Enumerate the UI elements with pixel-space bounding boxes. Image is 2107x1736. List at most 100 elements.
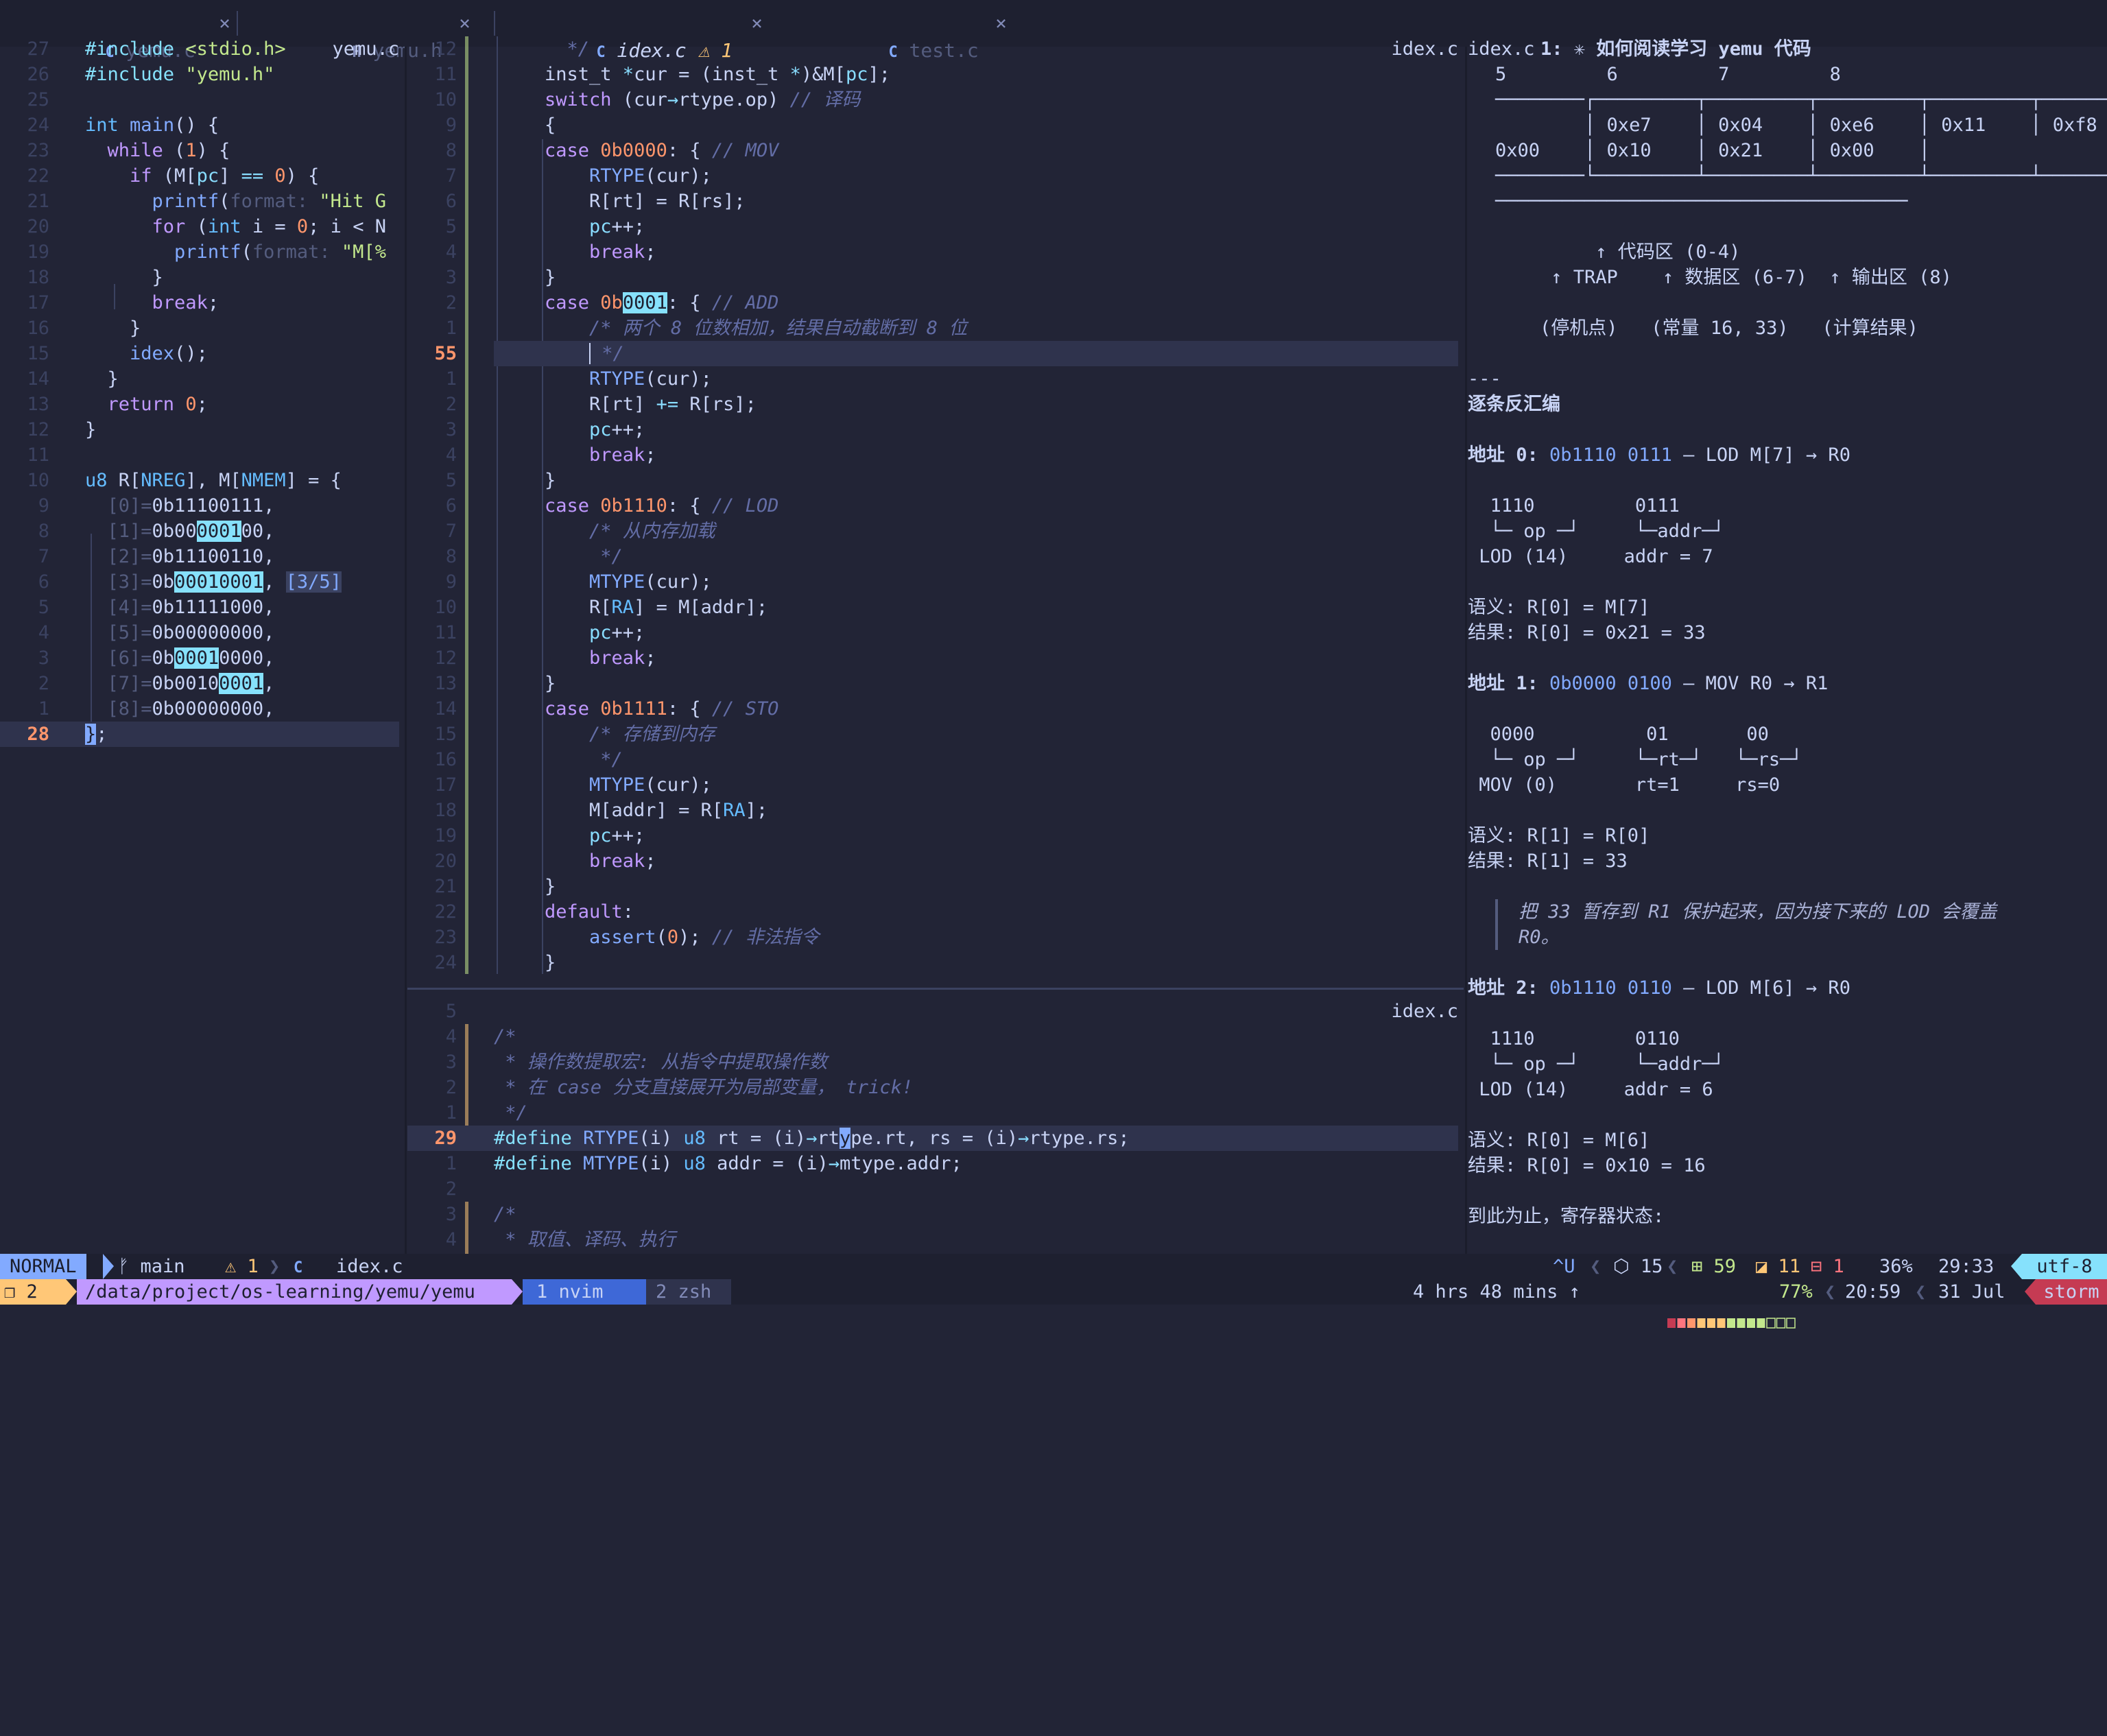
diagram-line — [1495, 214, 2107, 239]
separator — [2011, 1254, 2022, 1279]
diagram-line: ────────└─────────┴─────────┴─────────┴─… — [1495, 165, 2107, 187]
git-added: ⊞ 59 — [1691, 1256, 1737, 1277]
section-title: 逐条反汇编 — [1468, 394, 1560, 415]
battery-segment — [1776, 1318, 1786, 1329]
tab-idex-c[interactable]: C idex.c ⚠ 1 × — [550, 10, 763, 62]
horizontal-split[interactable] — [407, 988, 1464, 990]
disasm-heading: 地址 1: 0b0000 0100 — MOV R0 → R1 — [1468, 673, 1829, 694]
git-branch[interactable]: ᚠ main — [118, 1254, 185, 1279]
tmux-statusline: ❐ 2 /data/project/os-learning/yemu/yemu … — [0, 1279, 2107, 1329]
nvim-statusline: NORMAL ᚠ main ⚠ 1 ❯ C idex.c ^U ❮ ⬡ 15 ❮… — [0, 1254, 2107, 1279]
semantics-line: 语义: R[0] = M[7] — [1468, 597, 1650, 618]
close-icon[interactable]: × — [219, 10, 230, 37]
diagram-line: ↑ TRAP ↑ 数据区 (6-7) ↑ 输出区 (8) — [1495, 267, 1952, 288]
code-line: 9 MTYPE(cur); — [445, 571, 712, 593]
git-changed: ◪ 11 — [1756, 1256, 1801, 1277]
search-count: [3/5] — [285, 571, 342, 593]
code-line: 15 /* 存储到内存 — [434, 724, 715, 745]
code-line: 10 u8 R[NREG], M[NMEM] = { — [27, 470, 342, 491]
cursor-position: 29:33 — [1938, 1256, 1995, 1277]
code-line: 11 — [27, 444, 49, 466]
battery-bar — [1667, 1318, 1796, 1329]
notes-pane[interactable]: idex.c 1: ✳ 如何阅读学习 yemu 代码 5 6 7 8 ─────… — [1468, 36, 2107, 1254]
field-line: 1110 0110 — [1468, 1028, 1680, 1049]
code-line: 7 RTYPE(cur); — [445, 165, 712, 187]
code-line: 6 case 0b1110: { // LOD — [445, 495, 779, 516]
chevron-left-icon: ❮ — [1667, 1256, 1678, 1277]
scroll-percent: 36% — [1879, 1256, 1913, 1277]
code-line: 3} — [445, 267, 556, 288]
result-line: 结果: R[0] = 0x10 = 16 — [1468, 1155, 1706, 1176]
field-line: └─ op ─┘ └─rt─┘ └─rs─┘ — [1468, 749, 1802, 770]
chevron-right-icon: ❯ — [269, 1256, 281, 1277]
tmux-window-nvim[interactable]: 1 nvim — [523, 1279, 646, 1305]
code-line: 27 #include <stdio.h> — [27, 38, 286, 60]
chevron-left-icon: ❮ — [1915, 1281, 1927, 1303]
close-icon[interactable]: × — [751, 10, 763, 37]
file-encoding: utf-8 — [2022, 1254, 2107, 1279]
editor-pane-idex-c[interactable]: idex.c 12 */ 11 inst_t *cur = (inst_t *)&… — [407, 36, 1464, 974]
window-filename: idex.c — [1468, 38, 1535, 60]
code-line: 14 case 0b1111: { // STO — [434, 698, 779, 720]
code-line: 9{ — [445, 115, 556, 136]
field-line: LOD (14) addr = 7 — [1468, 546, 1713, 567]
code-line: 22 default: — [434, 901, 634, 923]
tab-separator — [494, 11, 495, 36]
diagram-line: ───────────────────────────────────── — [1495, 191, 1908, 212]
separator — [2025, 1279, 2036, 1305]
code-line: 21 printf(format: "Hit G — [27, 191, 386, 212]
code-line: 4/* — [445, 1026, 516, 1047]
tab-yemu-c[interactable]: C yemu.c × — [59, 10, 230, 62]
code-line: 12 */ — [434, 38, 590, 60]
code-line: 24} — [434, 952, 556, 973]
code-line: 14 } — [27, 368, 119, 390]
clock-time: 20:59 — [1845, 1281, 1901, 1303]
code-line: 8 [1]=0b00000100, — [38, 521, 275, 542]
current-path: /data/project/os-learning/yemu/yemu — [77, 1279, 512, 1305]
diagnostics-warning[interactable]: ⚠ 1 — [225, 1254, 259, 1279]
code-line: 3 * 操作数提取宏: 从指令中提取操作数 — [445, 1051, 828, 1073]
editor-pane-yemu-c[interactable]: yemu.c 27 #include <stdio.h> 26 #include "… — [0, 36, 405, 774]
field-line: 0000 01 00 — [1468, 724, 1769, 745]
code-line: 13 return 0; — [27, 394, 208, 415]
tmux-window-zsh[interactable]: 2 zsh — [646, 1279, 731, 1305]
result-line: 结果: R[1] = 33 — [1468, 851, 1628, 872]
clock-date: 31 Jul — [1938, 1281, 2005, 1303]
code-line: 11 inst_t *cur = (inst_t *)&M[pc]; — [434, 64, 890, 85]
close-icon[interactable]: × — [459, 10, 471, 37]
battery-segment — [1786, 1318, 1796, 1329]
code-line: 20 for (int i = 0; i < N — [27, 216, 386, 237]
code-line: 19 pc++; — [434, 825, 645, 846]
code-line: 26 #include "yemu.h" — [27, 64, 275, 85]
code-line: 6 [3]=0b00010001, [3/5] — [38, 571, 342, 593]
code-line: 2 R[rt] += R[rs]; — [445, 394, 757, 415]
code-line: 23 assert(0); // 非法指令 — [434, 927, 820, 948]
vertical-split[interactable] — [1465, 47, 1467, 1254]
code-line: 8 case 0b0000: { // MOV — [445, 140, 779, 161]
close-icon[interactable]: × — [995, 10, 1007, 37]
code-line: 9 [0]=0b11100111, — [38, 495, 275, 516]
session-indicator[interactable]: ❐ 2 — [0, 1279, 66, 1305]
chevron-left-icon: ❮ — [1590, 1256, 1602, 1277]
lazy-updates[interactable]: ⬡ 15 — [1613, 1254, 1663, 1279]
code-line-current: 55 */ — [434, 341, 1458, 366]
package-icon: ⬡ — [1613, 1256, 1630, 1277]
battery-segment — [1687, 1318, 1696, 1328]
tab-test-c[interactable]: C test.c × — [842, 10, 1007, 62]
blockquote-text: 把 33 暂存到 R1 保护起来，因为接下来的 LOD 会覆盖 — [1519, 901, 1997, 923]
battery-segment — [1697, 1318, 1706, 1328]
code-line: 5 — [445, 1001, 457, 1022]
diagram-line: (停机点) (常量 16, 33) (计算结果) — [1495, 318, 1918, 339]
diagram-line: │ 0xe7 │ 0x04 │ 0xe6 │ 0x11 │ 0xf8 │ — [1495, 115, 2107, 136]
tab-yemu-h[interactable]: H yemu.h × — [306, 10, 471, 62]
blockquote-bar — [1495, 899, 1498, 950]
editor-pane-idex-c-bottom[interactable]: idex.c 5 4/* 3 * 操作数提取宏: 从指令中提取操作数 2 * 在… — [407, 999, 1464, 1254]
field-line: └─ op ─┘ └─addr─┘ — [1468, 1054, 1724, 1075]
code-line: 4 break; — [445, 444, 656, 466]
note-title: 1: ✳ 如何阅读学习 yemu 代码 — [1540, 38, 1811, 60]
minus-square-icon: ⊟ — [1811, 1256, 1822, 1277]
git-removed: ⊟ 1 — [1811, 1256, 1844, 1277]
battery-meter — [1623, 1285, 1796, 1329]
vertical-split[interactable] — [405, 47, 407, 1254]
disasm-heading: 地址 2: 0b1110 0110 — LOD M[6] → R0 — [1468, 977, 1850, 999]
